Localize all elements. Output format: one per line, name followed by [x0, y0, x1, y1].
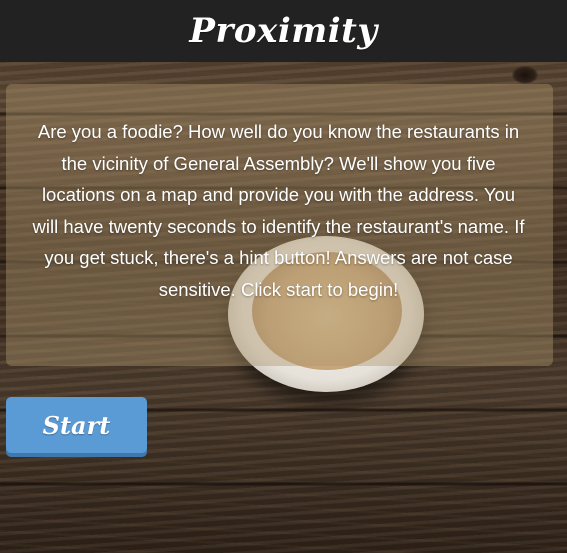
- app-title: Proximity: [189, 11, 378, 51]
- wood-knot-decoration: [512, 66, 538, 84]
- app-header: Proximity: [0, 0, 567, 62]
- start-button-label: Start: [42, 410, 111, 440]
- instructions-text: Are you a foodie? How well do you know t…: [32, 121, 525, 300]
- start-button[interactable]: Start: [6, 397, 147, 453]
